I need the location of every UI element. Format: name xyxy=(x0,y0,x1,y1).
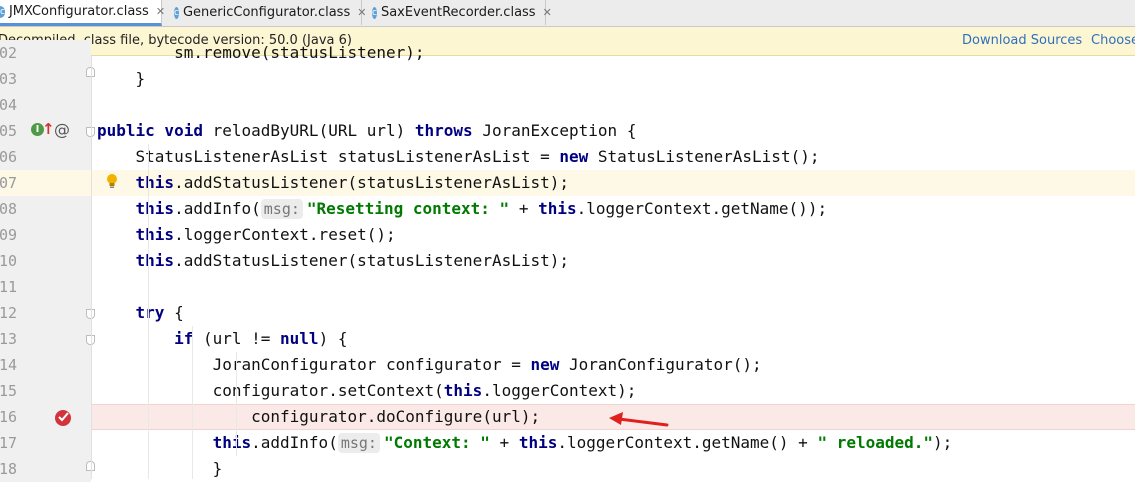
line-number: 06 xyxy=(0,148,18,166)
line-number: 09 xyxy=(0,226,18,244)
code-line: 05 I ↑ @ public void reloadByURL(URL url… xyxy=(0,118,1135,144)
tab-label: JMXConfigurator.class xyxy=(8,4,149,19)
code-editor[interactable]: 02 sm.remove(statusListener); 03 } 04 05… xyxy=(0,40,1135,482)
line-number: 03 xyxy=(0,70,18,88)
close-icon[interactable]: ✕ xyxy=(543,6,552,19)
overrides-up-arrow-icon[interactable]: ↑ xyxy=(42,120,55,138)
code-line: 03 } xyxy=(0,66,1135,92)
code-line: 02 sm.remove(statusListener); xyxy=(0,40,1135,66)
annotation-arrow-icon xyxy=(609,412,669,427)
line-number: 02 xyxy=(0,44,18,62)
code-line: 04 xyxy=(0,92,1135,118)
gutter-divider xyxy=(91,56,92,479)
tab-label: SaxEventRecorder.class xyxy=(380,5,536,20)
param-hint: msg: xyxy=(260,199,303,219)
code-text: if (url != null) { xyxy=(174,329,348,348)
breakpoint-icon[interactable] xyxy=(53,407,73,431)
tab-genericconfigurator[interactable]: c GenericConfigurator.class ✕ xyxy=(162,0,366,25)
indent-guide xyxy=(236,352,237,456)
class-file-icon: c xyxy=(0,5,5,18)
tab-saxeventrecorder[interactable]: c SaxEventRecorder.class ✕ xyxy=(362,0,552,25)
param-hint: msg: xyxy=(337,433,380,453)
code-line: 17 this.addInfo(msg: "Context: " + this.l… xyxy=(0,430,1135,456)
tab-jmxconfigurator[interactable]: c JMXConfigurator.class ✕ xyxy=(0,0,165,26)
class-file-icon: c xyxy=(174,6,179,19)
code-text: public void reloadByURL(URL url) throws … xyxy=(97,121,637,140)
tab-label: GenericConfigurator.class xyxy=(182,5,351,20)
line-number: 18 xyxy=(0,460,18,478)
code-line: 11 xyxy=(0,274,1135,300)
line-number: 13 xyxy=(0,330,18,348)
code-text: StatusListenerAsList statusListenerAsLis… xyxy=(97,147,820,166)
line-number: 05 xyxy=(0,122,18,140)
code-text: } xyxy=(97,459,223,478)
code-text: try { xyxy=(135,303,184,322)
line-number: 12 xyxy=(0,304,18,322)
code-text: this.addInfo(msg: "Resetting context: " +… xyxy=(135,199,828,219)
code-text: configurator.doConfigure(url); xyxy=(97,407,541,426)
line-number: 15 xyxy=(0,382,18,400)
line-number: 07 xyxy=(0,174,18,192)
code-line: 10 this.addStatusListener(statusListener… xyxy=(0,248,1135,274)
code-line: 12 try { xyxy=(0,300,1135,326)
line-number: 17 xyxy=(0,434,18,452)
indent-guide xyxy=(192,326,193,479)
code-line-current: 07 this.addStatusListener(statusListener… xyxy=(0,170,1135,196)
line-number: 11 xyxy=(0,278,18,296)
code-line: 06 StatusListenerAsList statusListenerAs… xyxy=(0,144,1135,170)
code-text: this.loggerContext.reset(); xyxy=(135,225,396,244)
line-number: 14 xyxy=(0,356,18,374)
code-text: } xyxy=(97,69,146,88)
line-number: 10 xyxy=(0,252,18,270)
line-number: 08 xyxy=(0,200,18,218)
code-line: 14 JoranConfigurator configurator = new … xyxy=(0,352,1135,378)
code-text: sm.remove(statusListener); xyxy=(97,43,425,62)
indent-guide xyxy=(148,144,149,479)
line-number: 04 xyxy=(0,96,18,114)
annotation-at-icon[interactable]: @ xyxy=(54,119,70,141)
code-line: 13 if (url != null) { xyxy=(0,326,1135,352)
code-line: 08 this.addInfo(msg: "Resetting context: … xyxy=(0,196,1135,222)
class-file-icon: c xyxy=(372,6,377,19)
code-line: 18 } xyxy=(0,456,1135,482)
editor-tab-bar: c JMXConfigurator.class ✕ c GenericConfi… xyxy=(0,0,1135,27)
line-number: 16 xyxy=(0,408,18,426)
code-line-breakpoint: 16 configurator.doConfigure(url); xyxy=(0,404,1135,430)
code-text: this.addStatusListener(statusListenerAsL… xyxy=(135,173,570,192)
code-text: this.addStatusListener(statusListenerAsL… xyxy=(135,251,570,270)
code-line: 09 this.loggerContext.reset(); xyxy=(0,222,1135,248)
code-text: configurator.setContext(this.loggerConte… xyxy=(97,381,637,400)
code-text: this.addInfo(msg: "Context: " + this.logg… xyxy=(212,433,953,453)
code-text: JoranConfigurator configurator = new Jor… xyxy=(97,355,762,374)
code-line: 15 configurator.setContext(this.loggerCo… xyxy=(0,378,1135,404)
